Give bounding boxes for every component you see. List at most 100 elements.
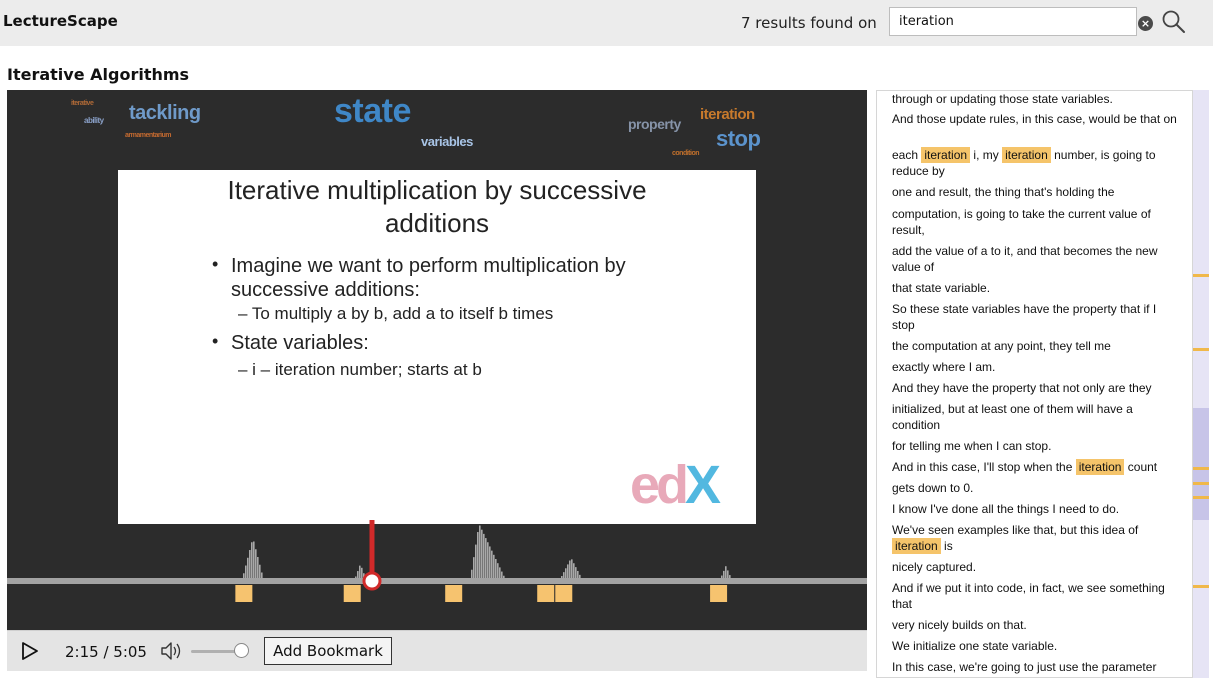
bullet-dot: • xyxy=(212,254,219,274)
activity-bar xyxy=(501,571,503,578)
scrollbar-thumb[interactable] xyxy=(1193,408,1209,520)
app-logo[interactable]: LectureScape xyxy=(3,12,118,30)
transcript-line[interactable]: exactly where I am. xyxy=(892,359,1177,375)
lecture-title: Iterative Algorithms xyxy=(7,65,190,84)
transcript-text: add the value of a to it, and that becom… xyxy=(892,244,1158,274)
transcript-line[interactable]: So these state variables have the proper… xyxy=(892,301,1177,333)
word-cloud-term[interactable]: iteration xyxy=(700,106,755,123)
search-result-marker[interactable] xyxy=(555,585,573,602)
activity-bar xyxy=(727,570,729,578)
playhead-handle[interactable] xyxy=(362,571,382,591)
transcript-text: We initialize one state variable. xyxy=(892,639,1058,653)
activity-bar xyxy=(485,538,487,578)
activity-bar xyxy=(721,575,723,578)
activity-bar xyxy=(725,566,727,578)
scrollbar-marker[interactable] xyxy=(1193,274,1209,278)
word-cloud-term[interactable]: condition xyxy=(672,150,700,157)
transcript-line[interactable]: initialized, but at least one of them wi… xyxy=(892,401,1177,433)
transcript-line[interactable]: And those update rules, in this case, wo… xyxy=(892,111,1177,127)
activity-bar xyxy=(503,575,505,578)
transcript-text: exactly where I am. xyxy=(892,360,996,374)
transcript-text: is xyxy=(940,539,953,553)
search-result-marker[interactable] xyxy=(710,585,728,602)
activity-bar xyxy=(473,557,475,578)
transcript-line[interactable]: And if we put it into code, in fact, we … xyxy=(892,580,1177,612)
time-display: 2:15 / 5:05 xyxy=(65,643,147,661)
transcript-line[interactable]: gets down to 0. xyxy=(892,480,1177,496)
activity-bar xyxy=(251,542,253,578)
activity-bar xyxy=(567,564,569,578)
transcript-text: gets down to 0. xyxy=(892,481,974,495)
transcript-text: for telling me when I can stop. xyxy=(892,439,1052,453)
slide-title: Iterative multiplication by successive a… xyxy=(227,175,647,238)
transcript-line[interactable]: nicely captured. xyxy=(892,559,1177,575)
add-bookmark-button[interactable]: Add Bookmark xyxy=(264,637,392,665)
transcript-line[interactable]: for telling me when I can stop. xyxy=(892,438,1177,454)
word-cloud-term[interactable]: state xyxy=(334,92,411,131)
word-cloud-term[interactable]: iterative xyxy=(71,100,94,107)
transcript-line[interactable]: that state variable. xyxy=(892,280,1177,296)
slide-subbullet: – To multiply a by b, add a to itself b … xyxy=(238,304,554,323)
transcript-line[interactable]: each iteration i, my iteration number, i… xyxy=(892,147,1177,179)
transcript-line[interactable]: And in this case, I'll stop when the ite… xyxy=(892,459,1177,475)
video-player[interactable]: iterative ability tackling armamentarium sta… xyxy=(7,90,867,630)
search-result-marker[interactable] xyxy=(537,585,555,602)
transcript-line[interactable]: I know I've done all the things I need t… xyxy=(892,501,1177,517)
activity-bar xyxy=(489,546,491,578)
transcript-text: We've seen examples like that, but this … xyxy=(892,523,1139,537)
activity-bar xyxy=(481,529,483,578)
activity-bar xyxy=(561,576,563,578)
transcript-line[interactable]: We initialize one state variable. xyxy=(892,638,1177,654)
bullet-dot: • xyxy=(212,331,219,351)
activity-bar xyxy=(355,576,357,578)
activity-bar xyxy=(359,565,361,578)
transcript-line[interactable]: We've seen examples like that, but this … xyxy=(892,522,1177,554)
transcript-line[interactable]: add the value of a to it, and that becom… xyxy=(892,243,1177,275)
search-result-marker[interactable] xyxy=(445,585,463,602)
activity-bar xyxy=(245,565,247,578)
word-cloud-term[interactable]: tackling xyxy=(129,102,201,125)
transcript-line[interactable]: the computation at any point, they tell … xyxy=(892,338,1177,354)
volume-slider-thumb[interactable] xyxy=(234,643,249,658)
word-cloud-term[interactable]: stop xyxy=(716,126,761,152)
play-icon[interactable] xyxy=(21,641,39,661)
scrollbar-marker[interactable] xyxy=(1193,467,1209,471)
timeline-scrubber[interactable] xyxy=(7,520,867,630)
transcript-panel[interactable]: through or updating those state variable… xyxy=(876,90,1193,678)
transcript-line[interactable]: computation, is going to take the curren… xyxy=(892,206,1177,238)
activity-bar xyxy=(723,570,725,578)
timeline-track[interactable] xyxy=(7,578,867,584)
transcript-line[interactable]: And they have the property that not only… xyxy=(892,380,1177,396)
activity-bar xyxy=(253,541,255,578)
search-term-highlight: iteration xyxy=(921,147,971,163)
volume-icon[interactable] xyxy=(159,640,185,662)
search-term-highlight: iteration xyxy=(892,538,941,554)
search-input[interactable] xyxy=(889,7,1137,36)
transcript-text: one and result, the thing that's holding… xyxy=(892,185,1115,199)
scrollbar-marker[interactable] xyxy=(1193,347,1209,351)
transcript-line[interactable]: very nicely builds on that. xyxy=(892,617,1177,633)
transcript-line[interactable]: through or updating those state variable… xyxy=(892,91,1177,107)
transcript-line[interactable]: In this case, we're going to just use th… xyxy=(892,659,1177,675)
search-result-marker[interactable] xyxy=(235,585,253,602)
activity-bar xyxy=(575,567,577,578)
activity-bar xyxy=(493,554,495,578)
search-icon[interactable] xyxy=(1161,9,1187,35)
scrollbar-marker[interactable] xyxy=(1193,585,1209,589)
activity-bar xyxy=(491,550,493,578)
clear-search-icon[interactable]: × xyxy=(1138,16,1153,31)
word-cloud-term[interactable]: ability xyxy=(84,116,104,125)
scrollbar-marker[interactable] xyxy=(1193,481,1209,485)
scrollbar-marker[interactable] xyxy=(1193,495,1209,499)
activity-bar xyxy=(565,568,567,578)
word-cloud-term[interactable]: armamentarium xyxy=(125,132,172,139)
transcript-text: I know I've done all the things I need t… xyxy=(892,502,1120,516)
search-result-marker[interactable] xyxy=(343,585,361,602)
transcript-line[interactable]: one and result, the thing that's holding… xyxy=(892,184,1177,200)
transcript-scrollbar[interactable] xyxy=(1193,90,1209,678)
word-cloud-term[interactable]: property xyxy=(628,116,681,132)
activity-bar xyxy=(479,525,481,578)
activity-bar xyxy=(477,532,479,578)
word-cloud-term[interactable]: variables xyxy=(421,134,473,149)
search-term-highlight: iteration xyxy=(1075,459,1125,475)
